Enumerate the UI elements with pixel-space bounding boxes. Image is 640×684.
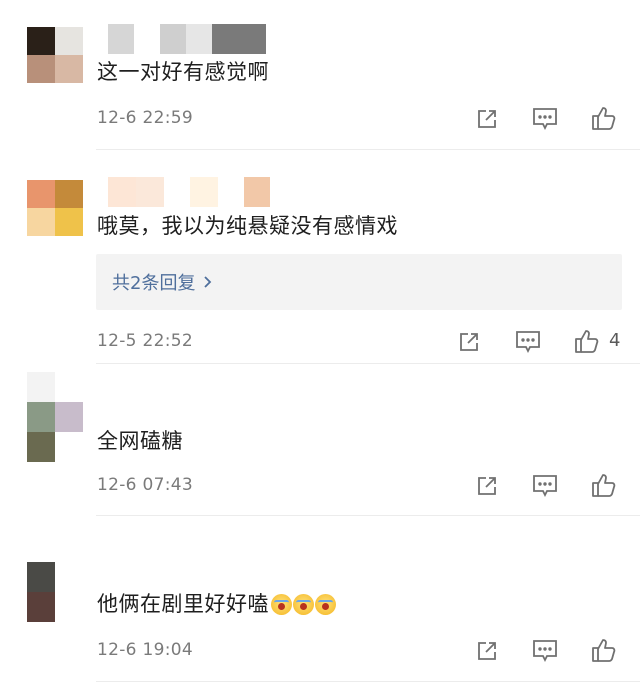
comment-button[interactable] (531, 637, 559, 665)
chevron-right-icon (204, 276, 212, 288)
comment-text: 这一对好有感觉啊 (97, 60, 269, 84)
comment-button[interactable] (531, 105, 559, 133)
comment-timestamp: 12-5 22:52 (97, 331, 193, 351)
share-icon (460, 333, 478, 351)
share-button[interactable] (473, 472, 501, 500)
view-replies-link[interactable]: 共2条回复 (112, 269, 213, 295)
share-button[interactable] (455, 328, 483, 356)
like-button[interactable] (590, 636, 618, 664)
replies-box[interactable]: 共2条回复 (96, 254, 622, 310)
avatar[interactable] (27, 562, 83, 622)
comment-text: 哦莫，我以为纯悬疑没有感情戏 (97, 214, 398, 238)
divider (96, 363, 640, 364)
thumbs-up-icon (592, 107, 616, 130)
share-button[interactable] (473, 637, 501, 665)
replies-count-label: 共2条回复 (112, 273, 196, 294)
emoji-group (271, 594, 337, 622)
comment-text: 他俩在剧里好好嗑 (97, 590, 337, 622)
avatar[interactable] (27, 27, 83, 83)
like-button[interactable] (590, 104, 618, 132)
comment-timestamp: 12-6 07:43 (97, 475, 193, 495)
avatar[interactable] (27, 180, 83, 236)
comment-icon (516, 331, 540, 354)
comment-icon (533, 640, 557, 663)
share-button[interactable] (473, 105, 501, 133)
thumbs-up-icon (592, 639, 616, 662)
comment-icon (533, 475, 557, 498)
share-icon (478, 110, 496, 128)
comment-button[interactable] (531, 472, 559, 500)
comment-text: 全网磕糖 (97, 429, 183, 453)
screaming-face-emoji (293, 594, 314, 615)
divider (96, 149, 640, 150)
like-button[interactable] (590, 471, 618, 499)
comment-timestamp: 12-6 19:04 (97, 640, 193, 660)
avatar[interactable] (27, 372, 83, 462)
thumbs-up-icon (575, 330, 599, 353)
username-blurred[interactable] (96, 177, 270, 207)
divider (96, 681, 640, 682)
screaming-face-emoji (315, 594, 336, 615)
divider (96, 515, 640, 516)
comment-button[interactable] (514, 328, 542, 356)
username-blurred[interactable] (96, 24, 266, 54)
comment-icon (533, 108, 557, 131)
like-button[interactable] (573, 327, 601, 355)
like-count: 4 (609, 330, 621, 351)
comment-text-body: 他俩在剧里好好嗑 (97, 592, 269, 616)
thumbs-up-icon (592, 474, 616, 497)
share-icon (478, 477, 496, 495)
screaming-face-emoji (271, 594, 292, 615)
share-icon (478, 642, 496, 660)
comment-timestamp: 12-6 22:59 (97, 108, 193, 128)
